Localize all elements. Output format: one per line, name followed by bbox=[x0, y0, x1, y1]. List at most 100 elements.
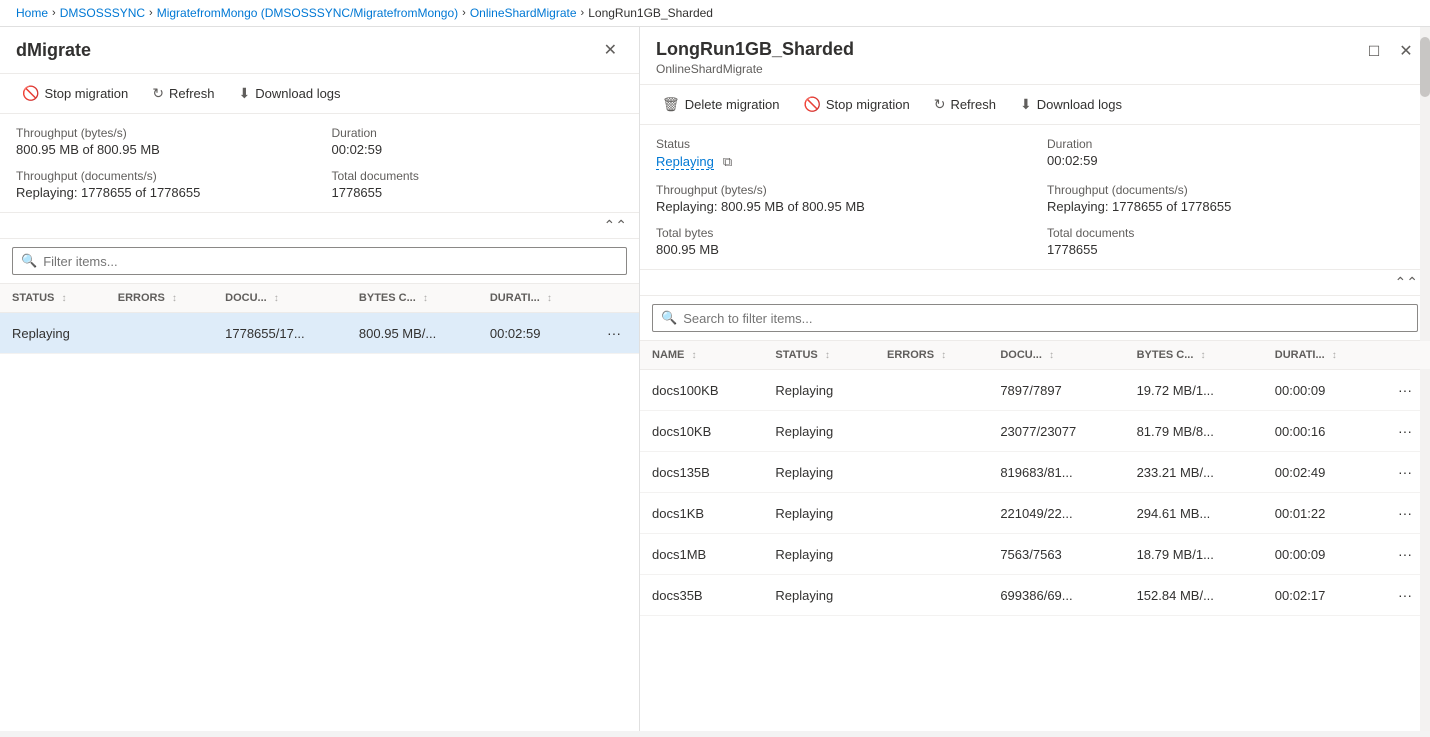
row-more-button[interactable]: ··· bbox=[1392, 380, 1418, 400]
row-name: docs1MB bbox=[640, 534, 763, 575]
row-status: Replaying bbox=[0, 313, 106, 354]
delete-icon: 🗑 bbox=[662, 96, 680, 113]
table-row[interactable]: docs10KB Replaying 23077/23077 81.79 MB/… bbox=[640, 411, 1430, 452]
right-download-logs-button[interactable]: ⬇ Download logs bbox=[1010, 91, 1132, 118]
row-more-button[interactable]: ··· bbox=[1392, 421, 1418, 441]
left-table-header-row: STATUS ↕ ERRORS ↕ DOCU... ↕ BYTES C... ↕… bbox=[0, 284, 639, 313]
sort-icon: ↕ bbox=[172, 293, 177, 304]
right-stop-migration-label: Stop migration bbox=[826, 97, 910, 112]
right-throughput-docs-value: Replaying: 1778655 of 1778655 bbox=[1047, 199, 1414, 214]
sort-icon: ↕ bbox=[941, 350, 946, 361]
right-status-value-wrap: Replaying ⧉ bbox=[656, 153, 1023, 171]
right-close-button[interactable]: ✕ bbox=[1392, 37, 1420, 65]
table-row[interactable]: docs135B Replaying 819683/81... 233.21 M… bbox=[640, 452, 1430, 493]
row-duration: 00:00:16 bbox=[1263, 411, 1380, 452]
left-col-durati[interactable]: DURATI... ↕ bbox=[478, 284, 589, 313]
sort-icon: ↕ bbox=[547, 293, 552, 304]
left-table-container: STATUS ↕ ERRORS ↕ DOCU... ↕ BYTES C... ↕… bbox=[0, 284, 639, 731]
row-duration: 00:02:59 bbox=[478, 313, 589, 354]
right-col-status[interactable]: STATUS ↕ bbox=[763, 341, 875, 370]
right-search-input[interactable] bbox=[683, 311, 1409, 326]
left-col-status[interactable]: STATUS ↕ bbox=[0, 284, 106, 313]
row-status: Replaying bbox=[763, 370, 875, 411]
table-row[interactable]: docs1KB Replaying 221049/22... 294.61 MB… bbox=[640, 493, 1430, 534]
row-errors bbox=[875, 370, 988, 411]
left-col-errors[interactable]: ERRORS ↕ bbox=[106, 284, 213, 313]
row-errors bbox=[875, 411, 988, 452]
right-stat-throughput-bytes: Throughput (bytes/s) Replaying: 800.95 M… bbox=[656, 183, 1023, 214]
right-throughput-bytes-value: Replaying: 800.95 MB of 800.95 MB bbox=[656, 199, 1023, 214]
scrollbar-track[interactable] bbox=[1420, 27, 1430, 731]
left-search-input[interactable] bbox=[43, 254, 618, 269]
left-duration-value: 00:02:59 bbox=[332, 142, 624, 157]
table-row[interactable]: docs100KB Replaying 7897/7897 19.72 MB/1… bbox=[640, 370, 1430, 411]
right-refresh-button[interactable]: ↻ Refresh bbox=[924, 91, 1006, 118]
right-collapse-button[interactable]: ⌃⌃ bbox=[1395, 274, 1418, 291]
row-documents: 7563/7563 bbox=[988, 534, 1124, 575]
row-more-button[interactable]: ··· bbox=[601, 323, 627, 343]
breadcrumb: Home › DMSOSSSYNC › MigratefromMongo (DM… bbox=[0, 0, 1430, 27]
left-refresh-button[interactable]: ↻ Refresh bbox=[142, 80, 224, 107]
breadcrumb-dmsosssync[interactable]: DMSOSSSYNC bbox=[60, 6, 145, 20]
row-errors bbox=[875, 452, 988, 493]
row-status: Replaying bbox=[763, 411, 875, 452]
right-panel: LongRun1GB_Sharded OnlineShardMigrate ☐ … bbox=[640, 27, 1430, 731]
table-row[interactable]: docs35B Replaying 699386/69... 152.84 MB… bbox=[640, 575, 1430, 616]
left-throughput-docs-value: Replaying: 1778655 of 1778655 bbox=[16, 185, 308, 200]
right-search-wrap: 🔍 bbox=[652, 304, 1418, 332]
left-panel-title: dMigrate bbox=[16, 40, 91, 61]
right-stop-migration-button[interactable]: 🚫 Stop migration bbox=[793, 91, 919, 118]
row-more-button[interactable]: ··· bbox=[1392, 544, 1418, 564]
stop-icon: 🚫 bbox=[803, 96, 820, 113]
right-delete-migration-button[interactable]: 🗑 Delete migration bbox=[652, 91, 789, 118]
left-close-button[interactable]: ✕ bbox=[598, 37, 623, 63]
table-row[interactable]: Replaying 1778655/17... 800.95 MB/... 00… bbox=[0, 313, 639, 354]
left-stop-migration-button[interactable]: 🚫 Stop migration bbox=[12, 80, 138, 107]
right-search-icon: 🔍 bbox=[661, 310, 677, 326]
right-maximize-button[interactable]: ☐ bbox=[1360, 37, 1388, 65]
right-col-name[interactable]: NAME ↕ bbox=[640, 341, 763, 370]
breadcrumb-onlineshard[interactable]: OnlineShardMigrate bbox=[470, 6, 577, 20]
copy-status-button[interactable]: ⧉ bbox=[720, 153, 735, 171]
scrollbar-thumb[interactable] bbox=[1420, 37, 1430, 97]
right-total-docs-value: 1778655 bbox=[1047, 242, 1414, 257]
row-bytes: 152.84 MB/... bbox=[1125, 575, 1263, 616]
row-more-button[interactable]: ··· bbox=[1392, 503, 1418, 523]
left-download-logs-button[interactable]: ⬇ Download logs bbox=[229, 80, 351, 107]
left-col-bytes[interactable]: BYTES C... ↕ bbox=[347, 284, 478, 313]
row-bytes: 19.72 MB/1... bbox=[1125, 370, 1263, 411]
row-more-button[interactable]: ··· bbox=[1392, 462, 1418, 482]
row-errors bbox=[875, 534, 988, 575]
refresh-icon: ↻ bbox=[152, 85, 164, 102]
row-more-button[interactable]: ··· bbox=[1392, 585, 1418, 605]
row-name: docs100KB bbox=[640, 370, 763, 411]
right-throughput-bytes-label: Throughput (bytes/s) bbox=[656, 183, 1023, 197]
right-col-bytes[interactable]: BYTES C... ↕ bbox=[1125, 341, 1263, 370]
row-duration: 00:02:49 bbox=[1263, 452, 1380, 493]
left-stats: Throughput (bytes/s) 800.95 MB of 800.95… bbox=[0, 114, 639, 213]
row-status: Replaying bbox=[763, 493, 875, 534]
row-status: Replaying bbox=[763, 452, 875, 493]
right-table-header-row: NAME ↕ STATUS ↕ ERRORS ↕ DOCU... ↕ BYTES… bbox=[640, 341, 1430, 370]
breadcrumb-migratefrom[interactable]: MigratefromMongo (DMSOSSSYNC/Migratefrom… bbox=[157, 6, 458, 20]
row-errors bbox=[875, 575, 988, 616]
refresh-icon: ↻ bbox=[934, 96, 946, 113]
right-col-errors[interactable]: ERRORS ↕ bbox=[875, 341, 988, 370]
left-toolbar: 🚫 Stop migration ↻ Refresh ⬇ Download lo… bbox=[0, 74, 639, 114]
left-title-bar: dMigrate ✕ bbox=[0, 27, 639, 74]
right-panel-title: LongRun1GB_Sharded bbox=[656, 39, 1350, 60]
left-col-docu[interactable]: DOCU... ↕ bbox=[213, 284, 347, 313]
left-collapse-button[interactable]: ⌃⌃ bbox=[604, 217, 627, 234]
row-status: Replaying bbox=[763, 534, 875, 575]
right-col-docu[interactable]: DOCU... ↕ bbox=[988, 341, 1124, 370]
row-name: docs35B bbox=[640, 575, 763, 616]
left-duration-label: Duration bbox=[332, 126, 624, 140]
breadcrumb-home[interactable]: Home bbox=[16, 6, 48, 20]
row-documents: 819683/81... bbox=[988, 452, 1124, 493]
right-total-docs-label: Total documents bbox=[1047, 226, 1414, 240]
right-status-value[interactable]: Replaying bbox=[656, 154, 714, 170]
table-row[interactable]: docs1MB Replaying 7563/7563 18.79 MB/1..… bbox=[640, 534, 1430, 575]
right-col-durati[interactable]: DURATI... ↕ bbox=[1263, 341, 1380, 370]
row-duration: 00:02:17 bbox=[1263, 575, 1380, 616]
row-bytes: 18.79 MB/1... bbox=[1125, 534, 1263, 575]
